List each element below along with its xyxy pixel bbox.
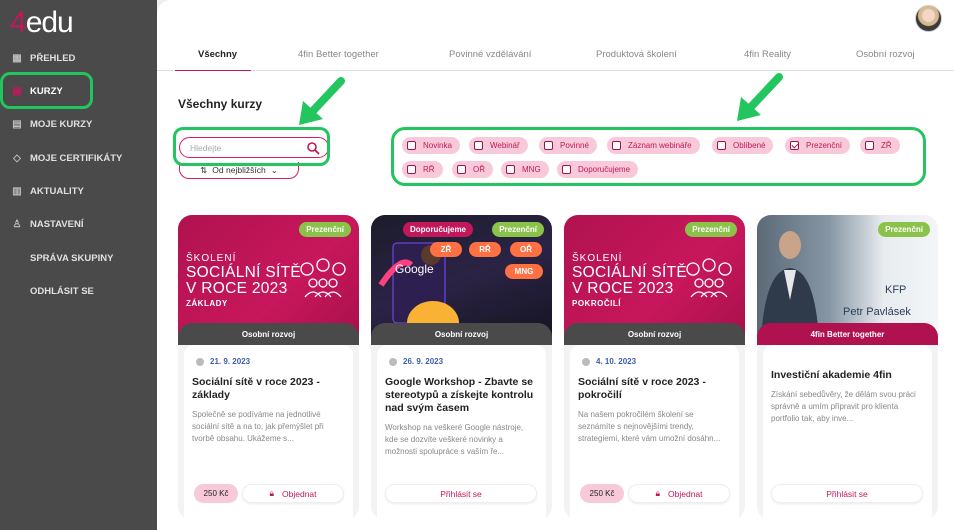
highlight-annotation xyxy=(173,127,330,166)
lock-icon: 🔒︎ xyxy=(269,488,275,498)
nav-item-prehled[interactable]: ▦ PŘEHLED xyxy=(0,48,157,68)
course-date: 21. 9. 2023 xyxy=(196,357,250,366)
nav-item-sprava-skupiny[interactable]: SPRÁVA SKUPINY xyxy=(0,248,157,268)
annotation-arrow xyxy=(737,73,783,121)
status-badge: Prezenční xyxy=(299,222,351,237)
status-badge: Prezenční xyxy=(492,222,544,237)
social-people-icon xyxy=(686,258,732,298)
card-body: 21. 9. 2023 Sociální sítě v roce 2023 - … xyxy=(184,345,353,520)
course-card[interactable]: ŠKOLENÍ SOCIÁLNÍ SÍTĚ V ROCE 2023 ZÁKLADY… xyxy=(178,215,359,520)
lock-icon: 🔒︎ xyxy=(655,488,661,498)
card-body: 4. 10. 2023 Sociální sítě v roce 2023 - … xyxy=(570,345,739,520)
nav-item-label: PŘEHLED xyxy=(30,52,76,64)
course-banner: ŠKOLENÍ SOCIÁLNÍ SÍTĚ V ROCE 2023 POKROČI… xyxy=(564,215,745,340)
logo[interactable]: 4edu xyxy=(10,6,74,40)
sort-icon: ⇅ xyxy=(200,164,208,175)
grid-icon: ▦ xyxy=(12,52,22,64)
user-settings-icon: ♙ xyxy=(12,218,22,230)
tab-4fin-better-together[interactable]: 4fin Better together xyxy=(298,49,379,60)
tab-povinne-vzdelavani[interactable]: Povinné vzdělávání xyxy=(449,49,531,60)
person-icon xyxy=(582,357,590,366)
highlight-annotation xyxy=(0,72,93,109)
annotation-arrow xyxy=(299,77,345,125)
course-banner: ŠKOLENÍ SOCIÁLNÍ SÍTĚ V ROCE 2023 ZÁKLADY… xyxy=(178,215,359,340)
course-title[interactable]: Google Workshop - Zbavte se stereotypů a… xyxy=(385,376,540,415)
course-description: Získání sebedůvěry, že dělám svou práci … xyxy=(771,390,916,423)
news-icon: ▥ xyxy=(12,185,22,197)
category-label: Osobní rozvoj xyxy=(371,323,552,345)
banner-kicker: ŠKOLENÍ xyxy=(572,253,623,264)
course-title[interactable]: Sociální sítě v roce 2023 - základy xyxy=(192,376,347,402)
highlight-annotation xyxy=(391,127,926,186)
banner-kfp: KFP xyxy=(885,284,906,296)
course-description: Na našem pokročilém školení se seznámíte… xyxy=(578,410,721,443)
graduation-cap-icon: ◇ xyxy=(13,152,21,164)
page-title: Všechny kurzy xyxy=(178,97,263,111)
banner-title: SOCIÁLNÍ SÍTĚ V ROCE 2023 xyxy=(572,264,688,297)
person-icon xyxy=(196,357,204,366)
tab-osobni-rozvoj[interactable]: Osobní rozvoj xyxy=(856,49,915,60)
tag-badge: MNG xyxy=(505,264,543,279)
course-card[interactable]: KFP Petr Pavlásek Prezenční 4fin Better … xyxy=(757,215,938,520)
course-description: Společně se podíváme na jednotlivé sociá… xyxy=(192,410,324,443)
tab-4fin-reality[interactable]: 4fin Reality xyxy=(744,49,791,60)
course-card[interactable]: ŠKOLENÍ SOCIÁLNÍ SÍTĚ V ROCE 2023 POKROČI… xyxy=(564,215,745,520)
order-button[interactable]: 🔒︎ Objednat xyxy=(242,484,344,503)
nav-item-label: AKTUALITY xyxy=(30,185,84,197)
tag-badge: RŘ xyxy=(469,242,501,257)
card-body: 26. 9. 2023 Google Workshop - Zbavte se … xyxy=(377,345,546,520)
nav-item-label: MOJE KURZY xyxy=(30,118,93,130)
category-tabs: Všechny 4fin Better together Povinné vzd… xyxy=(157,38,954,72)
category-label: Osobní rozvoj xyxy=(178,323,359,345)
sidebar: 4edu ▦ PŘEHLED ▣ KURZY ▤ MOJE KURZY ◇ MO… xyxy=(0,0,157,530)
nav-item-label: SPRÁVA SKUPINY xyxy=(30,252,114,264)
nav-item-aktuality[interactable]: ▥ AKTUALITY xyxy=(0,181,157,201)
course-title[interactable]: Investiční akademie 4fin xyxy=(771,369,926,382)
banner-title: SOCIÁLNÍ SÍTĚ V ROCE 2023 xyxy=(186,264,302,297)
tab-vsechny[interactable]: Všechny xyxy=(198,49,237,60)
banner-subtitle: POKROČILÍ xyxy=(572,299,621,308)
card-body: Investiční akademie 4fin Získání sebedův… xyxy=(763,345,932,520)
price-badge: 250 Kč xyxy=(194,484,238,503)
category-label: Osobní rozvoj xyxy=(564,323,745,345)
course-card[interactable]: Google Doporučujeme Prezenční ZŘ RŘ OŘ M… xyxy=(371,215,552,520)
banner-subtitle: ZÁKLADY xyxy=(186,299,228,308)
nav-item-odhlasit-se[interactable]: ODHLÁSIT SE xyxy=(0,281,157,301)
status-badge: Prezenční xyxy=(685,222,737,237)
nav-item-nastaveni[interactable]: ♙ NASTAVENÍ xyxy=(0,214,157,234)
course-description: Workshop na veškeré Google nástroje, kde… xyxy=(385,423,524,456)
avatar[interactable] xyxy=(915,5,942,32)
recommended-badge: Doporučujeme xyxy=(403,222,474,237)
course-banner: Google Doporučujeme Prezenční ZŘ RŘ OŘ M… xyxy=(371,215,552,340)
course-date: 26. 9. 2023 xyxy=(389,357,443,366)
banner-kicker: ŠKOLENÍ xyxy=(186,253,237,264)
nav-item-label: NASTAVENÍ xyxy=(30,218,84,230)
course-date: 4. 10. 2023 xyxy=(582,357,636,366)
order-button[interactable]: 🔒︎ Objednat xyxy=(628,484,730,503)
nav-item-moje-certifikaty[interactable]: ◇ MOJE CERTIFIKÁTY xyxy=(0,148,157,168)
chevron-down-icon: ⌄ xyxy=(270,164,278,175)
certificate-doc-icon: ▤ xyxy=(12,118,22,130)
tag-badge: ZŘ xyxy=(430,242,462,257)
nav-item-label: ODHLÁSIT SE xyxy=(30,285,94,297)
tag-badge: OŘ xyxy=(510,242,542,257)
nav-item-moje-kurzy[interactable]: ▤ MOJE KURZY xyxy=(0,114,157,134)
social-people-icon xyxy=(300,258,346,298)
category-label: 4fin Better together xyxy=(757,323,938,345)
course-title[interactable]: Sociální sítě v roce 2023 - pokročilí xyxy=(578,376,733,402)
signup-button[interactable]: Přihlásit se xyxy=(771,484,923,503)
status-badge: Prezenční xyxy=(878,222,930,237)
nav-item-label: MOJE CERTIFIKÁTY xyxy=(30,152,123,164)
person-icon xyxy=(389,357,397,366)
sort-label: Od nejbližších xyxy=(212,165,266,175)
course-banner: KFP Petr Pavlásek Prezenční xyxy=(757,215,938,340)
topbar xyxy=(157,0,954,38)
banner-word: Google xyxy=(395,262,434,276)
price-badge: 250 Kč xyxy=(580,484,624,503)
main-content: Všechny kurzy ⇅ Od nejbližších ⌄ Novinka… xyxy=(157,71,954,530)
signup-button[interactable]: Přihlásit se xyxy=(385,484,537,503)
tab-produktova-skoleni[interactable]: Produktová školení xyxy=(596,49,677,60)
banner-name: Petr Pavlásek xyxy=(843,306,911,318)
